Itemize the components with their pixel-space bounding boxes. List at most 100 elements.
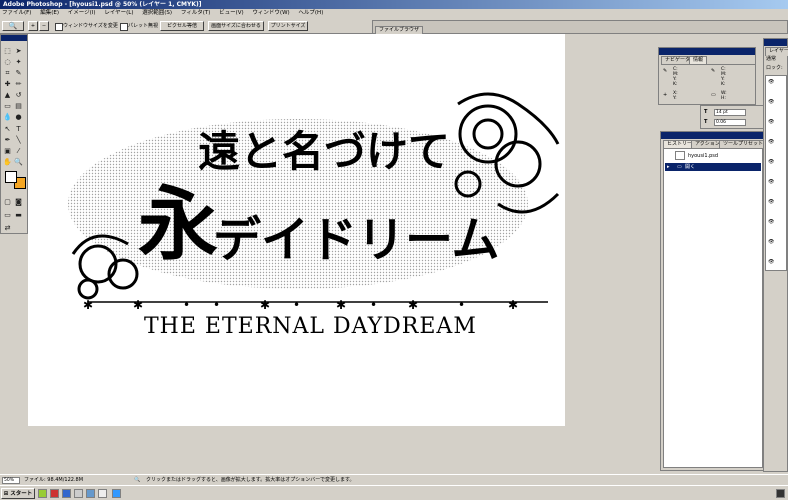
window-title-bar: Adobe Photoshop - [hyousi1.psd @ 50% (レイ…: [0, 0, 788, 9]
svg-text:•: •: [213, 298, 220, 312]
menu-view[interactable]: ビュー(V): [219, 10, 244, 16]
info-panel-title-bar[interactable]: [659, 48, 755, 55]
tool-preset-picker[interactable]: 🔍: [2, 21, 24, 31]
shape-tool-icon[interactable]: ╲: [14, 136, 23, 145]
zoom-in-button[interactable]: +: [28, 21, 38, 31]
menu-select[interactable]: 選択範囲(S): [142, 10, 172, 16]
healing-brush-tool-icon[interactable]: ✚: [3, 80, 12, 89]
photoshop-taskbar-button[interactable]: [112, 489, 121, 498]
font-size-field[interactable]: 14 pt: [714, 109, 746, 116]
marquee-tool-icon[interactable]: ⬚: [3, 47, 12, 56]
full-screen-mode-icon[interactable]: ▬: [14, 211, 23, 220]
eyedropper-icon-2: ✎: [711, 68, 716, 74]
menu-file[interactable]: ファイル(F): [2, 10, 31, 16]
crop-tool-icon[interactable]: ⌗: [3, 69, 12, 78]
resize-window-checkbox[interactable]: [55, 23, 63, 31]
blend-mode-select[interactable]: 通常: [766, 55, 776, 63]
mail-icon[interactable]: [98, 489, 107, 498]
visibility-eye-icon[interactable]: 👁: [768, 138, 774, 146]
path-select-tool-icon[interactable]: ↖: [3, 125, 12, 134]
eraser-tool-icon[interactable]: ▭: [3, 102, 12, 111]
quicklaunch-icon-2[interactable]: [50, 489, 59, 498]
svg-text:✱: ✱: [83, 298, 93, 312]
menu-layer[interactable]: レイヤー(L): [104, 10, 133, 16]
history-snapshot[interactable]: hyousi1.psd: [665, 150, 761, 162]
quick-mask-mode-icon[interactable]: ◙: [14, 198, 23, 207]
history-panel: ヒストリー アクション ツールプリセット hyousi1.psd ▸ ▭ 開く: [660, 131, 768, 471]
start-button[interactable]: ⊞ スタート: [1, 488, 35, 499]
history-item[interactable]: ▸ ▭ 開く: [665, 163, 761, 171]
history-item-label: 開く: [685, 164, 696, 170]
brush-tool-icon[interactable]: ✏: [14, 80, 23, 89]
window-title: Adobe Photoshop - [hyousi1.psd @ 50% (レイ…: [3, 1, 202, 8]
menu-filter[interactable]: フィルタ(T): [181, 10, 211, 16]
svg-text:✱: ✱: [408, 298, 418, 312]
history-brush-tool-icon[interactable]: ↺: [14, 91, 23, 100]
zoom-tool-icon[interactable]: 🔍: [14, 158, 23, 167]
menu-window[interactable]: ウィンドウ(W): [252, 10, 289, 16]
svg-text:✱: ✱: [508, 298, 518, 312]
visibility-eye-icon[interactable]: 👁: [768, 118, 774, 126]
quicklaunch-icon-3[interactable]: [62, 489, 71, 498]
screen-mode-icon[interactable]: ▭: [3, 211, 12, 220]
quicklaunch-icon-1[interactable]: [38, 489, 47, 498]
svg-text:✱: ✱: [336, 298, 346, 312]
snapshot-thumbnail-icon: [675, 151, 685, 160]
visibility-eye-icon[interactable]: 👁: [768, 258, 774, 266]
notes-tool-icon[interactable]: ▣: [3, 147, 12, 156]
hand-tool-icon[interactable]: ✋: [3, 158, 12, 167]
ignore-palettes-label: パレット無視: [128, 23, 159, 29]
tray-icon[interactable]: [776, 489, 785, 498]
character-panel: T 14 pt T 0.06: [700, 105, 764, 129]
zoom-tool-icon: 🔍: [134, 477, 141, 483]
svg-text:•: •: [370, 298, 377, 312]
lasso-tool-icon[interactable]: ◌: [3, 58, 12, 67]
document-canvas[interactable]: ✱ ✱ • • ✱ • ✱ • ✱ • ✱ 永 遠と名づけて デイドリーム THE ETERNA…: [28, 34, 565, 426]
star-dots: ✱ ✱ • • ✱ • ✱ • ✱ • ✱: [83, 298, 518, 312]
visibility-eye-icon[interactable]: 👁: [768, 98, 774, 106]
menu-edit[interactable]: 編集(E): [40, 10, 59, 16]
menu-image[interactable]: イメージ(I): [68, 10, 96, 16]
visibility-eye-icon[interactable]: 👁: [768, 158, 774, 166]
gradient-tool-icon[interactable]: ▤: [14, 102, 23, 111]
move-tool-icon[interactable]: ➤: [14, 47, 23, 56]
info-panel: ナビゲータ 情報 ✎ C: M: Y: K: ✎ C: M: Y: K: + X…: [658, 47, 756, 105]
zoom-out-button[interactable]: −: [39, 21, 49, 31]
visibility-eye-icon[interactable]: 👁: [768, 78, 774, 86]
layers-panel-title-bar[interactable]: [764, 39, 787, 46]
visibility-eye-icon[interactable]: 👁: [768, 238, 774, 246]
visibility-eye-icon[interactable]: 👁: [768, 198, 774, 206]
print-size-button[interactable]: プリントサイズ: [268, 21, 308, 31]
visibility-eye-icon[interactable]: 👁: [768, 178, 774, 186]
title-kanji: 永: [138, 177, 218, 271]
cmyk-labels-2: C: M: Y: K:: [721, 67, 727, 87]
menu-help[interactable]: ヘルプ(H): [298, 10, 323, 16]
quicklaunch-icon-5[interactable]: [86, 489, 95, 498]
toolbox-title-bar[interactable]: [1, 35, 27, 41]
history-panel-title-bar[interactable]: [661, 132, 763, 139]
quicklaunch-icon-4[interactable]: [74, 489, 83, 498]
eyedropper-tool-icon[interactable]: ⁄: [14, 147, 23, 156]
ignore-palettes-checkbox[interactable]: [120, 23, 128, 31]
title-bottom-line: デイドリーム: [213, 212, 500, 268]
visibility-eye-icon[interactable]: 👁: [768, 218, 774, 226]
selection-size-icon: ▭: [711, 92, 716, 98]
wh-labels: W: H:: [721, 91, 727, 101]
fit-on-screen-button[interactable]: 画面サイズに合わせる: [208, 21, 264, 31]
slice-tool-icon[interactable]: ✎: [14, 69, 23, 78]
blur-tool-icon[interactable]: 💧: [3, 113, 12, 122]
open-icon: ▭: [677, 164, 682, 170]
tracking-field[interactable]: 0.06: [714, 119, 746, 126]
actual-pixels-button[interactable]: ピクセル等倍: [160, 21, 204, 31]
dodge-tool-icon[interactable]: ●: [14, 113, 23, 122]
zoom-level-field[interactable]: 50%: [2, 477, 20, 484]
status-bar: 50% ファイル: 98.4M/122.8M 🔍 クリックまたはドラッグすると、…: [0, 474, 788, 485]
jump-to-imageready-icon[interactable]: ⇄: [3, 224, 12, 233]
foreground-color-swatch[interactable]: [5, 171, 17, 183]
standard-mode-icon[interactable]: ▢: [3, 198, 12, 207]
type-tool-icon[interactable]: T: [14, 125, 23, 134]
pen-tool-icon[interactable]: ✒: [3, 136, 12, 145]
magic-wand-tool-icon[interactable]: ✦: [14, 58, 23, 67]
svg-text:✱: ✱: [133, 298, 143, 312]
stamp-tool-icon[interactable]: ▲: [3, 91, 12, 100]
